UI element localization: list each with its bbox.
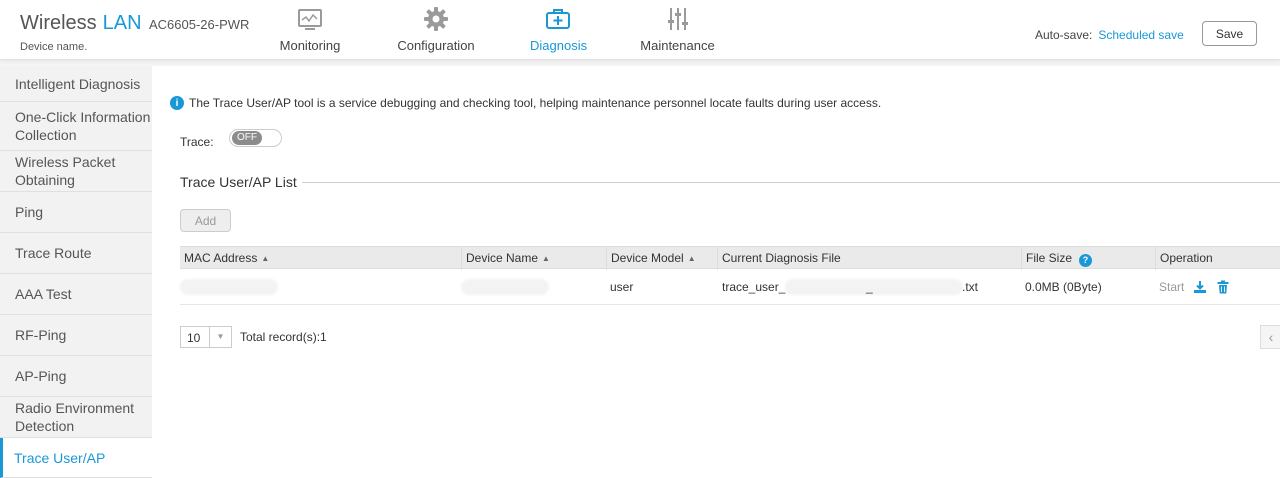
- device-name-label: Device name.: [20, 41, 88, 53]
- cell-file-mid: _: [866, 280, 873, 294]
- cell-file-suffix: .txt: [962, 280, 979, 294]
- info-text: The Trace User/AP tool is a service debu…: [189, 96, 882, 110]
- chevron-down-icon: ▼: [209, 327, 231, 347]
- column-file-size: File Size?: [1021, 247, 1155, 270]
- cell-device-model: user: [610, 280, 634, 294]
- nav-diagnosis-label: Diagnosis: [530, 38, 588, 53]
- redacted-mac: [180, 279, 278, 295]
- nav-monitoring[interactable]: Monitoring: [278, 6, 342, 60]
- sort-asc-icon: ▲: [261, 254, 270, 263]
- main-content: i The Trace User/AP tool is a service de…: [152, 66, 1280, 478]
- sidebar-item-aaa-test[interactable]: AAA Test: [0, 274, 152, 315]
- trash-icon[interactable]: [1216, 280, 1230, 294]
- sidebar: Intelligent Diagnosis One-Click Informat…: [0, 66, 152, 478]
- monitor-icon: [298, 9, 322, 30]
- info-message: i The Trace User/AP tool is a service de…: [170, 96, 881, 110]
- cell-file-size: 0.0MB (0Byte): [1025, 280, 1102, 294]
- sidebar-item-one-click-collection[interactable]: One-Click Information Collection: [0, 102, 152, 151]
- column-mac-address-label: MAC Address: [184, 251, 258, 265]
- sort-asc-icon: ▲: [542, 254, 550, 263]
- column-diagnosis-file: Current Diagnosis File: [717, 247, 1021, 270]
- nav-maintenance-label: Maintenance: [640, 38, 715, 53]
- nav-configuration-label: Configuration: [397, 38, 475, 53]
- sort-asc-icon: ▲: [687, 254, 696, 263]
- start-button[interactable]: Start: [1159, 270, 1184, 305]
- sidebar-item-ap-ping[interactable]: AP-Ping: [0, 356, 152, 397]
- nav-diagnosis[interactable]: Diagnosis: [530, 6, 588, 60]
- device-model: AC6605-26-PWR: [149, 17, 250, 32]
- trace-label: Trace:: [180, 135, 214, 149]
- chevron-left-icon: ‹: [1268, 329, 1274, 345]
- add-button[interactable]: Add: [180, 209, 231, 232]
- column-diagnosis-file-label: Current Diagnosis File: [722, 251, 841, 265]
- column-file-size-label: File Size: [1026, 251, 1073, 265]
- trace-toggle[interactable]: OFF: [229, 129, 282, 147]
- column-mac-address[interactable]: MAC Address ▲: [180, 247, 461, 270]
- sliders-icon: [667, 8, 688, 30]
- sidebar-item-trace-route[interactable]: Trace Route: [0, 233, 152, 274]
- column-operation-label: Operation: [1160, 251, 1213, 265]
- trace-toggle-state: OFF: [232, 131, 262, 145]
- nav-maintenance[interactable]: Maintenance: [640, 6, 715, 60]
- column-device-model-label: Device Model: [611, 251, 684, 265]
- sidebar-item-radio-environment[interactable]: Radio Environment Detection: [0, 397, 152, 438]
- nav-configuration[interactable]: Configuration: [397, 6, 475, 60]
- sidebar-item-intelligent-diagnosis[interactable]: Intelligent Diagnosis: [0, 66, 152, 102]
- save-button[interactable]: Save: [1202, 21, 1257, 46]
- nav-monitoring-label: Monitoring: [279, 38, 341, 53]
- sidebar-item-ping[interactable]: Ping: [0, 192, 152, 233]
- column-device-name[interactable]: Device Name ▲: [461, 247, 606, 270]
- info-icon: i: [170, 96, 184, 110]
- help-icon[interactable]: ?: [1079, 254, 1093, 267]
- column-device-name-label: Device Name: [466, 251, 539, 265]
- page-size-select[interactable]: 10 ▼: [180, 326, 232, 348]
- table-row: user trace_user_ _ .txt 0.0MB (0Byte) St…: [180, 270, 1280, 305]
- redacted-file-name: [785, 279, 963, 295]
- sidebar-item-wireless-packet[interactable]: Wireless Packet Obtaining: [0, 151, 152, 192]
- autosave-label: Auto-save:: [1035, 28, 1093, 42]
- top-header: Wireless LAN AC6605-26-PWR Device name. M…: [0, 0, 1280, 60]
- total-records: Total record(s):1: [240, 330, 327, 344]
- section-divider: [302, 182, 1280, 183]
- column-device-model[interactable]: Device Model ▲: [606, 247, 717, 270]
- gear-icon: [424, 7, 448, 31]
- download-icon[interactable]: [1193, 280, 1207, 294]
- redacted-device-name: [461, 279, 549, 295]
- table-header: MAC Address ▲ Device Name ▲ Device Model ▲ …: [180, 246, 1280, 270]
- brand-logo: Wireless LAN: [20, 12, 142, 35]
- sidebar-item-trace-user-ap[interactable]: Trace User/AP: [0, 438, 152, 478]
- cell-file-prefix: trace_user_: [722, 280, 786, 294]
- scheduled-save-link[interactable]: Scheduled save: [1098, 28, 1183, 42]
- medical-kit-icon: [546, 9, 570, 29]
- page-size-value: 10: [187, 331, 201, 345]
- prev-page-button[interactable]: ‹: [1260, 325, 1280, 349]
- brand-accent-text: LAN: [102, 12, 142, 34]
- autosave-status: Auto-save: Scheduled save: [1035, 28, 1184, 42]
- sidebar-item-rf-ping[interactable]: RF-Ping: [0, 315, 152, 356]
- section-title: Trace User/AP List: [180, 174, 297, 190]
- column-operation: Operation: [1155, 247, 1280, 270]
- brand-text: Wireless: [20, 12, 97, 34]
